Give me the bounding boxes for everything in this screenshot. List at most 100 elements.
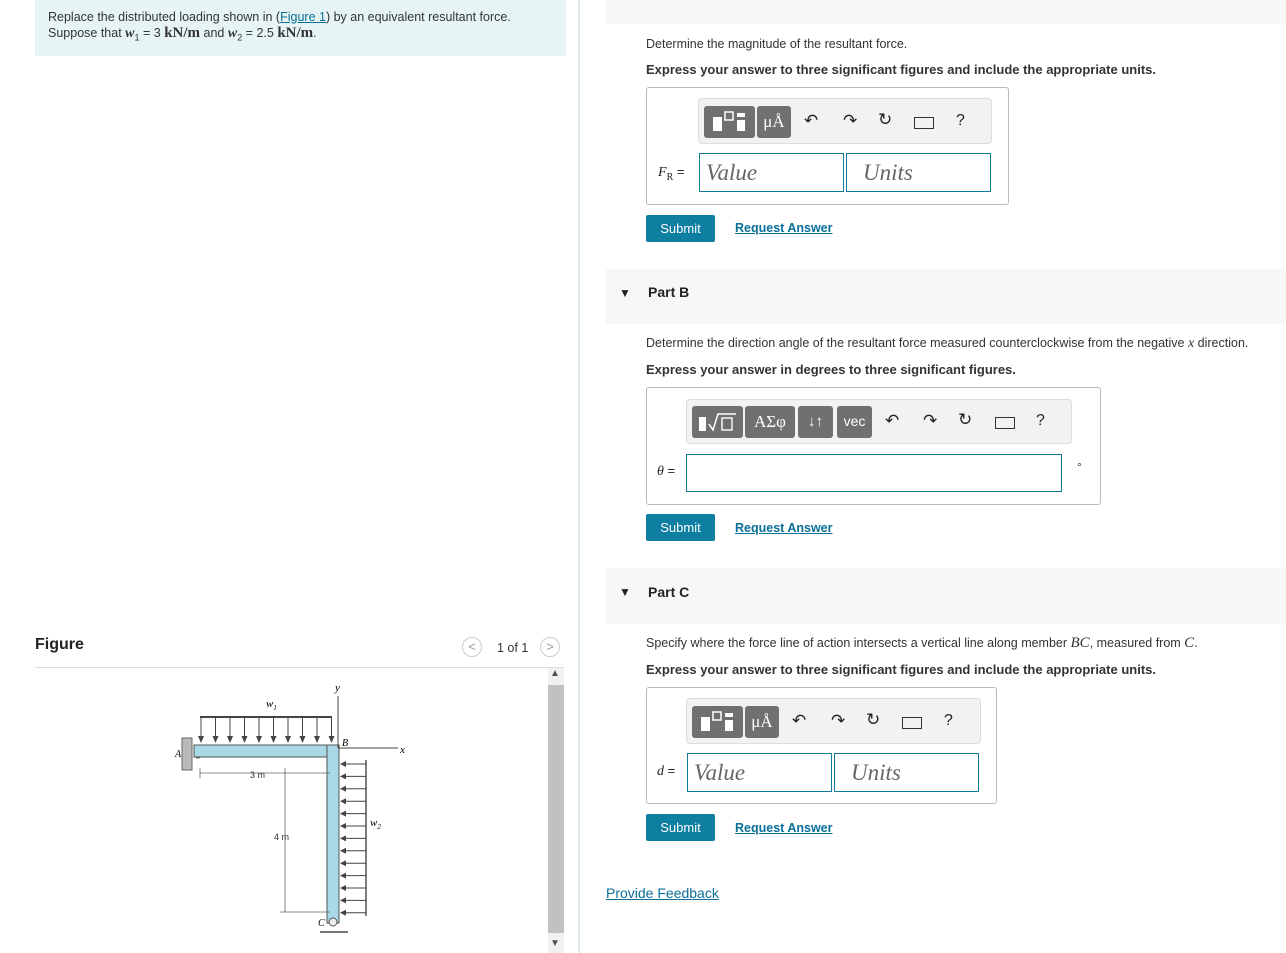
part-b-submit-button[interactable]: Submit [646, 514, 715, 541]
w1-arrowhead [270, 736, 277, 743]
redo-icon[interactable]: ↷ [843, 111, 857, 131]
w1-arrowhead [241, 736, 248, 743]
w2-arrowhead [340, 798, 346, 805]
w2-arrowhead [340, 909, 346, 916]
units-symbols-button[interactable]: μÅ [757, 106, 791, 138]
part-b-instruction: Express your answer in degrees to three … [646, 362, 1016, 377]
w2-arrowhead [340, 847, 346, 854]
fr-units-input[interactable] [846, 153, 991, 192]
w1-arrowhead [227, 736, 233, 743]
part-c-title: Part C [648, 584, 690, 600]
part-b-request-answer[interactable]: Request Answer [735, 521, 832, 535]
template-icon [713, 111, 745, 131]
reset-icon[interactable]: ↻ [878, 110, 892, 130]
label-w2: w2 [370, 817, 381, 831]
panel-divider [578, 0, 580, 953]
part-b-question: Determine the direction angle of the res… [646, 336, 1249, 351]
w2-arrowhead [340, 761, 346, 767]
units-symbols-button[interactable]: μÅ [745, 706, 779, 738]
part-a-instruction: Express your answer to three significant… [646, 62, 1156, 77]
templates-radical-button[interactable] [692, 406, 743, 438]
w1-load-top [200, 716, 332, 718]
keyboard-icon[interactable] [914, 117, 934, 129]
w1-arrowhead [256, 736, 262, 743]
figure-pager: 1 of 1 [497, 641, 529, 655]
keyboard-icon[interactable] [995, 417, 1015, 429]
scroll-down-icon[interactable]: ▼ [550, 938, 560, 949]
label-w1: w1 [266, 698, 277, 712]
label-a: A [174, 749, 182, 760]
problem-line-2: Suppose that w1 = 3 kN/m and w2 = 2.5 kN… [48, 25, 317, 43]
figure-link[interactable]: Figure 1 [280, 10, 326, 24]
part-c-request-answer[interactable]: Request Answer [735, 821, 832, 835]
w2-arrowhead [340, 810, 346, 817]
figure-divider [35, 667, 564, 668]
w2-arrowhead [340, 860, 346, 867]
w2-arrowhead [340, 872, 346, 879]
fr-label: FR = [658, 164, 685, 183]
help-icon[interactable]: ? [956, 112, 965, 130]
w2-arrowhead [340, 835, 346, 842]
caret-down-icon[interactable]: ▼ [619, 286, 631, 300]
figure-title: Figure [35, 636, 84, 653]
d-units-input[interactable] [834, 753, 979, 792]
subscript-button[interactable]: ↓↑ [798, 406, 833, 438]
part-a-question: Determine the magnitude of the resultant… [646, 37, 908, 51]
help-icon[interactable]: ? [1036, 412, 1045, 430]
radical-icon [699, 413, 736, 432]
label-c: C [318, 918, 325, 929]
provide-feedback-link[interactable]: Provide Feedback [606, 885, 719, 901]
label-3m: 3 m [250, 770, 265, 780]
w1-arrowhead [328, 736, 335, 743]
figure-scroll-thumb[interactable] [548, 685, 564, 933]
member-bc [326, 744, 340, 924]
caret-down-icon[interactable]: ▼ [619, 585, 631, 599]
scroll-up-icon[interactable]: ▲ [550, 668, 560, 679]
prev-figure-button[interactable]: < [462, 637, 482, 657]
theta-label: θ = [657, 463, 676, 479]
fr-value-input[interactable] [699, 153, 844, 192]
part-c-question: Specify where the force line of action i… [646, 635, 1198, 651]
undo-icon[interactable]: ↶ [792, 711, 806, 731]
part-a-request-answer[interactable]: Request Answer [735, 221, 832, 235]
reset-icon[interactable]: ↻ [866, 710, 880, 730]
label-y: y [334, 682, 340, 694]
part-a-header-bar [606, 0, 1286, 24]
redo-icon[interactable]: ↷ [831, 711, 845, 731]
part-b-header[interactable] [606, 269, 1286, 324]
templates-button[interactable] [704, 106, 755, 138]
problem-line-1: Replace the distributed loading shown in… [48, 10, 511, 24]
undo-icon[interactable]: ↶ [885, 411, 899, 431]
label-4m: 4 m [274, 832, 289, 842]
w2-arrowhead [340, 785, 346, 792]
help-icon[interactable]: ? [944, 712, 953, 730]
reset-icon[interactable]: ↻ [958, 410, 972, 430]
beam-ab [193, 744, 333, 758]
chevron-right-icon: > [546, 639, 554, 654]
w2-arrowhead [340, 885, 346, 891]
part-b-title: Part B [648, 284, 690, 300]
w2-arrowhead [340, 897, 346, 904]
greek-button[interactable]: ΑΣφ [745, 406, 795, 438]
templates-button[interactable] [692, 706, 743, 738]
part-c-header[interactable] [606, 568, 1286, 624]
undo-icon[interactable]: ↶ [804, 111, 818, 131]
w1-arrowhead [314, 736, 320, 743]
d-value-input[interactable] [687, 753, 832, 792]
w1-arrowhead [285, 736, 291, 743]
degree-symbol: ° [1077, 460, 1082, 474]
keyboard-icon[interactable] [902, 717, 922, 729]
next-figure-button[interactable]: > [540, 637, 560, 657]
problem-statement: Replace the distributed loading shown in… [35, 0, 566, 56]
part-c-instruction: Express your answer to three significant… [646, 662, 1156, 677]
redo-icon[interactable]: ↷ [923, 411, 937, 431]
part-a-submit-button[interactable]: Submit [646, 215, 715, 242]
part-c-submit-button[interactable]: Submit [646, 814, 715, 841]
wall-support-a [181, 737, 193, 771]
theta-input[interactable] [686, 454, 1062, 492]
beam-figure: w1 w2 y x A B C 3 m 4 m [174, 682, 405, 933]
vec-button[interactable]: vec [837, 406, 872, 438]
w1-arrowhead [212, 736, 219, 743]
w2-arrowhead [340, 823, 346, 829]
chevron-left-icon: < [468, 639, 476, 654]
